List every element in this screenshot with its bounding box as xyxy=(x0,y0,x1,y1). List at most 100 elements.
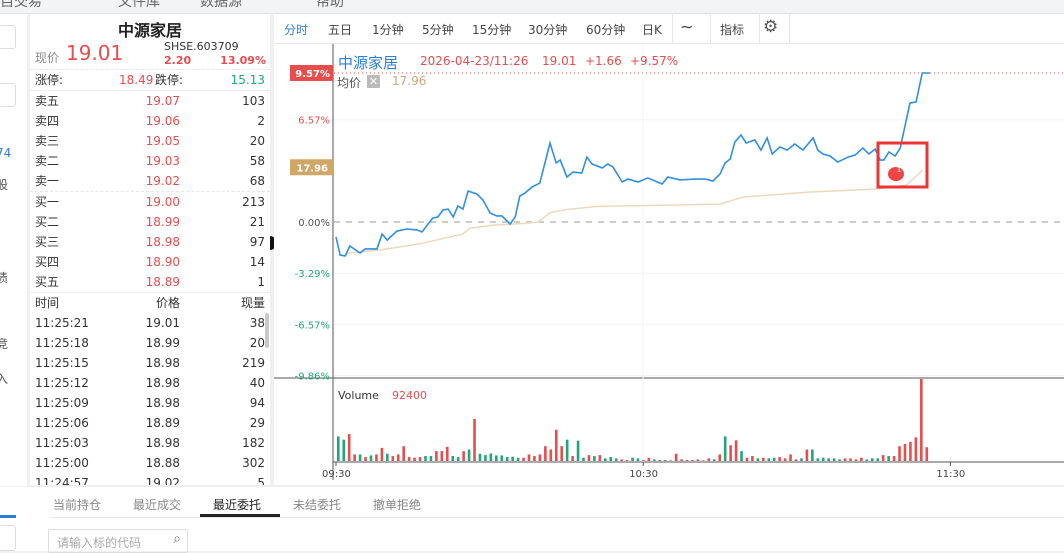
volume-bar xyxy=(663,460,667,461)
avg-price-line xyxy=(346,169,924,254)
tab-orders[interactable]: 未结委托 xyxy=(293,496,341,513)
tab-period[interactable]: 60分钟 xyxy=(586,21,625,38)
bid-row[interactable]: 买一 19.00 213 xyxy=(35,192,265,212)
trade-row[interactable]: 11:25:12 18.98 40 xyxy=(35,373,265,393)
volume-bar xyxy=(696,459,700,461)
intraday-chart[interactable]: 9.57% 6.57% 0.00% -3.29% -6.57% -9.86% 17.96 09… xyxy=(274,44,1064,485)
volume-bar xyxy=(516,457,520,461)
current-price: 19.01 xyxy=(66,41,124,65)
tab-period[interactable]: 30分钟 xyxy=(528,21,567,38)
bid-row[interactable]: 买五 18.89 1 xyxy=(35,272,265,292)
tab-period[interactable]: 5分钟 xyxy=(422,21,454,38)
sidebar-input[interactable] xyxy=(0,25,16,49)
y-tick-label: 9.57% xyxy=(295,69,330,80)
trade-row-volume: 20 xyxy=(249,336,265,350)
volume-bar xyxy=(620,459,623,461)
volume-bar xyxy=(582,457,585,461)
tab-period[interactable]: 分时 xyxy=(284,21,308,38)
trade-row[interactable]: 11:25:09 18.98 94 xyxy=(35,393,265,413)
trade-row[interactable]: 11:25:06 18.89 29 xyxy=(35,413,265,433)
ask-row[interactable]: 卖三 19.05 20 xyxy=(35,131,265,151)
volume-bar xyxy=(440,451,444,461)
trade-row[interactable]: 11:25:00 18.88 302 xyxy=(35,453,265,473)
ask-row-volume: 103 xyxy=(242,94,265,108)
volume-bar xyxy=(642,460,645,461)
search-icon[interactable]: ⌕ xyxy=(173,531,181,547)
trades-scrollbar[interactable] xyxy=(265,313,269,348)
ask-row[interactable]: 卖一 19.02 68 xyxy=(35,171,265,191)
sidebar-input[interactable] xyxy=(0,83,16,107)
volume-bar xyxy=(892,456,896,461)
trade-row-label: 11:25:15 xyxy=(35,356,89,370)
tab-orders[interactable]: 最近委托 xyxy=(213,496,261,513)
trade-marker-label: 1 xyxy=(897,166,901,174)
volume-bar xyxy=(854,459,858,461)
volume-bar xyxy=(484,455,487,461)
trade-row[interactable]: 11:25:15 18.98 219 xyxy=(35,353,265,373)
ask-row[interactable]: 卖二 19.03 58 xyxy=(35,151,265,171)
volume-bar xyxy=(876,458,880,461)
trade-row-volume: 219 xyxy=(242,356,265,370)
volume-bar xyxy=(702,460,705,461)
volume-bar xyxy=(527,454,531,461)
volume-bar xyxy=(849,458,852,461)
trade-row[interactable]: 11:24:57 19.02 5 xyxy=(35,473,265,485)
ask-row-label: 卖一 xyxy=(35,174,60,188)
tab-orders[interactable]: 撤单拒绝 xyxy=(373,496,421,513)
volume-bar xyxy=(625,460,629,461)
line-style-icon[interactable]: ∼ xyxy=(680,17,693,36)
bid-row-price: 18.89 xyxy=(145,275,180,289)
avg-price-label: 均价 xyxy=(337,76,362,90)
volume-bar xyxy=(778,457,781,461)
volume-bar xyxy=(571,456,574,461)
trade-row-price: 19.01 xyxy=(145,316,180,330)
tab-period[interactable]: 1分钟 xyxy=(372,21,404,38)
volume-bar xyxy=(445,446,449,461)
trade-row-price: 19.02 xyxy=(145,476,180,485)
tab-period[interactable]: 15分钟 xyxy=(472,21,511,38)
trade-row-label: 11:25:12 xyxy=(35,376,89,390)
x-tick-label: 11:30 xyxy=(936,469,965,480)
top-menu-item[interactable]: 帮助 xyxy=(316,0,344,11)
settings-gear-icon[interactable]: ⚙ xyxy=(763,17,778,37)
trade-row[interactable]: 11:25:03 18.98 182 xyxy=(35,433,265,453)
x-tick-label: 10:30 xyxy=(629,469,658,480)
trade-row[interactable]: 11:25:21 19.01 38 xyxy=(35,313,265,333)
volume-bar xyxy=(811,449,814,461)
volume-bar xyxy=(685,460,689,461)
trade-row[interactable]: 11:25:18 18.99 20 xyxy=(35,333,265,353)
code-search-input[interactable]: 请输入标的代码 ⌕ xyxy=(48,529,188,553)
close-icon[interactable]: ✕ xyxy=(367,75,380,88)
sidebar-input[interactable] xyxy=(0,525,16,551)
indicator-button[interactable]: 指标 xyxy=(720,21,744,38)
top-menu-item[interactable]: 自交易 xyxy=(0,0,42,11)
sidebar-fragment: 债 xyxy=(0,271,9,285)
price-change: 2.20 xyxy=(164,54,192,67)
volume-bar xyxy=(603,458,607,461)
tab-period[interactable]: 五日 xyxy=(328,21,352,38)
ask-row[interactable]: 卖五 19.07 103 xyxy=(35,91,265,111)
tab-orders[interactable]: 最近成交 xyxy=(133,496,181,513)
bid-row-price: 18.90 xyxy=(145,255,180,269)
volume-bar xyxy=(712,459,716,461)
volume-bar xyxy=(391,456,395,461)
volume-bar xyxy=(925,447,929,461)
top-menu-item[interactable]: 数据源 xyxy=(200,0,242,11)
volume-bar xyxy=(789,454,792,461)
bid-row[interactable]: 买四 18.90 14 xyxy=(35,252,265,272)
trade-row-price: 18.98 xyxy=(145,356,180,370)
ask-row[interactable]: 卖四 19.06 2 xyxy=(35,111,265,131)
bid-row-price: 19.00 xyxy=(145,195,180,209)
volume-bar xyxy=(473,418,476,461)
bid-row[interactable]: 买三 18.98 97 xyxy=(35,232,265,252)
bid-row[interactable]: 买二 18.99 21 xyxy=(35,212,265,232)
volume-bar xyxy=(691,460,694,461)
bid-row-label: 买三 xyxy=(35,235,60,249)
ask-row-price: 19.03 xyxy=(145,154,180,168)
trade-row-price: 18.89 xyxy=(145,416,180,430)
tab-period[interactable]: 日K xyxy=(642,21,662,38)
top-menu-item[interactable]: 文件库 xyxy=(118,0,160,11)
trade-row-label: 11:24:57 xyxy=(35,476,89,485)
bid-row-volume: 14 xyxy=(249,255,265,269)
tab-orders[interactable]: 当前持仓 xyxy=(53,496,101,513)
